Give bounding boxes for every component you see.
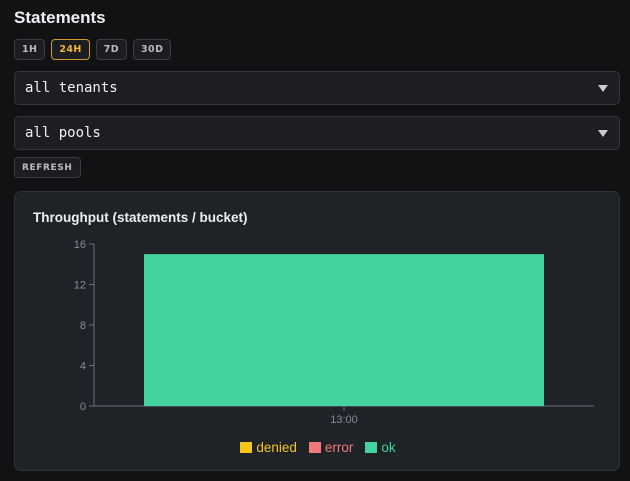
bar-ok-0 (144, 254, 544, 406)
legend-label-denied: denied (256, 440, 297, 455)
chevron-down-icon (598, 130, 608, 137)
chevron-down-icon (598, 85, 608, 92)
range-button-30d[interactable]: 30D (133, 39, 172, 60)
pool-select-value: all pools (25, 125, 101, 141)
legend-label-error: error (324, 440, 354, 455)
refresh-button[interactable]: REFRESH (14, 157, 81, 178)
legend-item-denied[interactable]: denied (240, 440, 297, 455)
legend-label-ok: ok (381, 440, 396, 455)
pool-select[interactable]: all pools (14, 116, 620, 150)
legend-swatch-ok (365, 442, 378, 453)
legend-item-error[interactable]: error (308, 440, 354, 455)
y-tick-label: 12 (74, 280, 86, 292)
time-range-selector: 1H 24H 7D 30D (14, 39, 172, 60)
range-button-1h[interactable]: 1H (14, 39, 46, 60)
x-tick-label: 13:00 (330, 414, 358, 426)
legend-item-ok[interactable]: ok (365, 440, 396, 455)
range-button-24h[interactable]: 24H (51, 39, 90, 60)
page-title: Statements (14, 8, 106, 27)
y-tick-label: 4 (80, 361, 86, 373)
y-tick-label: 16 (74, 239, 86, 251)
throughput-chart-panel: Throughput (statements / bucket) 0 4 8 12 16… (14, 191, 620, 471)
tenant-select[interactable]: all tenants (14, 71, 620, 105)
tenant-select-value: all tenants (25, 80, 118, 96)
legend-swatch-error (308, 442, 321, 453)
range-button-7d[interactable]: 7D (95, 39, 128, 60)
legend-swatch-denied (240, 442, 253, 453)
throughput-chart: 0 4 8 12 16 13:00 (74, 239, 594, 426)
statements-page: Statements 1H 24H 7D 30D all tenants all… (0, 0, 630, 481)
y-tick-label: 8 (80, 320, 86, 332)
y-tick-label: 0 (80, 401, 86, 413)
chart-legend: denied error ok (15, 440, 621, 455)
